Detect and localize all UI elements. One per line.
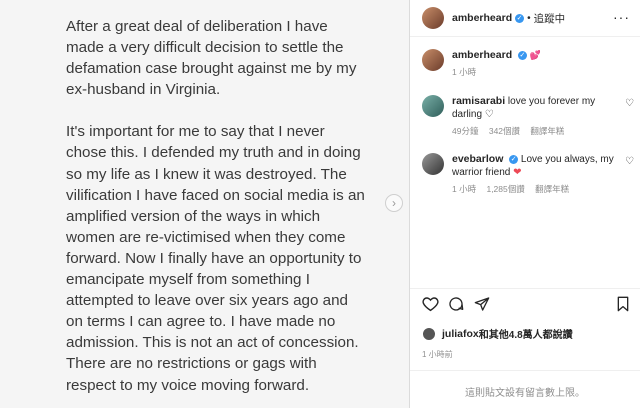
liker-username[interactable]: juliafox: [442, 328, 479, 340]
caption-meta: 1 小時: [452, 66, 617, 79]
statement-paragraph-2: It's important for me to say that I neve…: [66, 123, 365, 394]
verified-badge-icon: ✓: [509, 154, 519, 164]
liker-avatar[interactable]: [422, 326, 436, 341]
verified-badge-icon: ✓: [517, 50, 527, 60]
post-header: amberheard ✓ • 追蹤中 ···: [410, 0, 640, 36]
comment-username[interactable]: ramisarabi: [452, 95, 505, 107]
translate-button[interactable]: 翻譯年糕: [530, 126, 564, 136]
caption-username[interactable]: amberheard: [452, 49, 512, 61]
footer-divider: [410, 370, 640, 371]
header-divider: [410, 36, 640, 37]
following-button[interactable]: 追蹤中: [534, 11, 566, 26]
caption-time: 1 小時: [452, 67, 477, 77]
comment-body: evebarlow ✓ Love you always, my warrior …: [452, 153, 617, 196]
statement-paragraph-1: After a great deal of deliberation I hav…: [66, 18, 357, 99]
post-statement-text: After a great deal of deliberation I hav…: [66, 16, 366, 417]
verified-badge-icon: ✓: [515, 13, 525, 23]
comment-time: 1 小時: [452, 184, 477, 194]
save-bookmark-icon[interactable]: [616, 296, 630, 317]
post-actions: [422, 296, 632, 318]
comments-limited-notice: 這則貼文設有留言數上限。: [465, 388, 585, 399]
comment-likes[interactable]: 1,285個讚: [486, 184, 524, 194]
like-heart-icon[interactable]: [422, 296, 439, 317]
next-slide-button[interactable]: ›: [385, 194, 403, 212]
post-sidebar: amberheard ✓ • 追蹤中 ··· amberheard ✓ 💕 1 …: [410, 0, 640, 408]
instagram-post-view: After a great deal of deliberation I hav…: [0, 0, 640, 408]
actions-divider: [410, 288, 640, 289]
separator-dot: •: [527, 12, 531, 24]
comment-username[interactable]: evebarlow: [452, 153, 503, 165]
two-hearts-emoji: 💕: [529, 50, 541, 60]
author-avatar[interactable]: [422, 7, 444, 29]
comment-meta: 49分鐘 342個讚 翻譯年糕: [452, 125, 617, 138]
commenter-avatar[interactable]: [422, 153, 444, 175]
likes-summary: juliafox 和其他4.8萬人都說讚: [422, 326, 573, 341]
author-username[interactable]: amberheard: [452, 12, 512, 24]
comment-body: ramisarabi love you forever my darling ♡…: [452, 95, 617, 138]
caption-body: amberheard ✓ 💕 1 小時: [452, 49, 617, 79]
comment-time: 49分鐘: [452, 126, 479, 136]
translate-button[interactable]: 翻譯年糕: [535, 184, 569, 194]
comment-bubble-icon[interactable]: [448, 296, 464, 317]
comment-meta: 1 小時 1,285個讚 翻譯年糕: [452, 183, 617, 196]
likes-count-text[interactable]: 和其他4.8萬人都說讚: [479, 326, 573, 341]
caption-avatar[interactable]: [422, 49, 444, 71]
chevron-right-icon: ›: [392, 196, 396, 210]
more-options-icon[interactable]: ···: [613, 9, 630, 25]
post-timestamp[interactable]: 1 小時前: [422, 349, 453, 360]
like-comment-heart-icon[interactable]: ♡: [625, 98, 634, 109]
like-comment-heart-icon[interactable]: ♡: [625, 156, 634, 167]
comment-likes[interactable]: 342個讚: [489, 126, 520, 136]
red-heart-emoji: ❤: [513, 167, 522, 178]
share-paper-plane-icon[interactable]: [474, 296, 490, 317]
post-media: After a great deal of deliberation I hav…: [0, 0, 409, 408]
commenter-avatar[interactable]: [422, 95, 444, 117]
